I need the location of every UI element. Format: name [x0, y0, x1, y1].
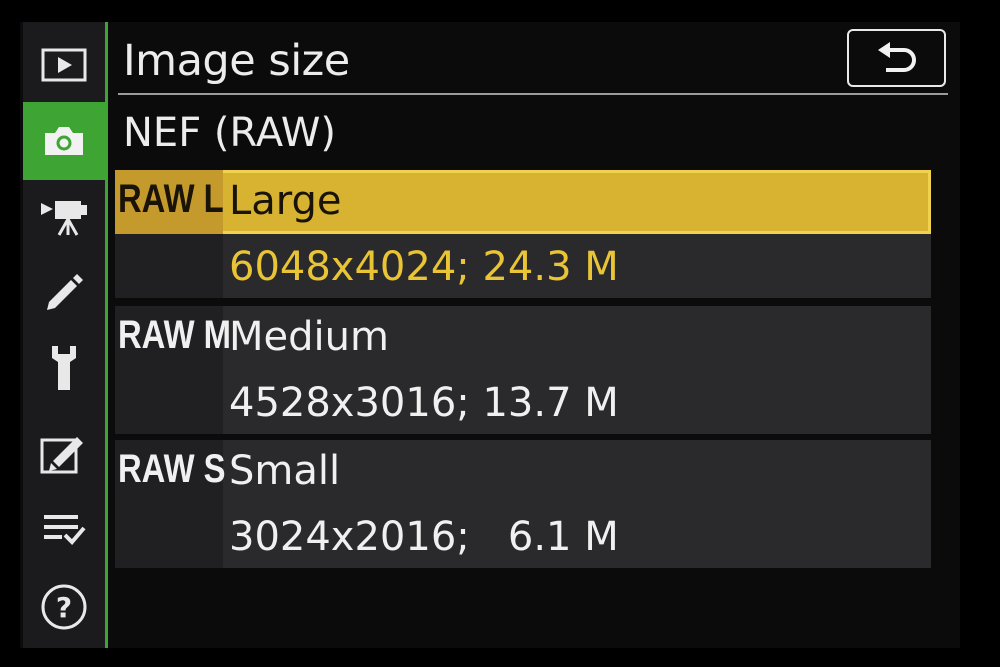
help-tab[interactable]: ?	[23, 568, 105, 646]
option-name: Small	[229, 448, 341, 494]
setup-menu-tab[interactable]	[23, 330, 105, 408]
option-code: RAW L	[118, 177, 224, 221]
retouch-icon	[39, 431, 89, 475]
image-size-option-medium[interactable]: RAW M Medium 4528x3016; 13.7 M	[115, 306, 931, 436]
custom-settings-menu-tab[interactable]	[23, 254, 105, 332]
menu-tab-strip: ?	[23, 22, 105, 648]
page-title: Image size	[123, 36, 350, 86]
photo-shooting-menu-tab[interactable]	[23, 102, 105, 180]
option-resolution: 6048x4024; 24.3 M	[229, 244, 619, 290]
image-size-option-large[interactable]: RAW L Large 6048x4024; 24.3 M	[115, 170, 931, 300]
back-button[interactable]	[847, 29, 946, 87]
title-divider	[118, 93, 948, 95]
my-menu-icon	[41, 509, 87, 549]
option-resolution: 4528x3016; 13.7 M	[229, 380, 619, 426]
option-name: Large	[229, 178, 342, 224]
wrench-icon	[44, 344, 84, 394]
help-icon: ?	[39, 582, 89, 632]
camera-menu-screen: ? Image size NEF (RAW) RAW L Large 6048x…	[20, 22, 960, 648]
option-code: RAW M	[118, 313, 231, 357]
playback-icon	[41, 48, 87, 82]
movie-shooting-menu-tab[interactable]	[23, 178, 105, 256]
retouch-menu-tab[interactable]	[23, 414, 105, 492]
option-name: Medium	[229, 314, 389, 360]
playback-menu-tab[interactable]	[23, 26, 105, 104]
svg-text:?: ?	[56, 591, 72, 624]
section-title: NEF (RAW)	[123, 110, 337, 156]
pencil-icon	[41, 270, 87, 316]
tab-strip-divider	[105, 22, 108, 648]
movie-camera-icon	[39, 197, 89, 237]
image-size-option-small[interactable]: RAW S Small 3024x2016; 6.1 M	[115, 440, 931, 570]
camera-icon	[41, 124, 87, 158]
option-resolution: 3024x2016; 6.1 M	[229, 514, 619, 560]
option-code: RAW S	[118, 447, 226, 491]
my-menu-tab[interactable]	[23, 490, 105, 568]
return-arrow-icon	[874, 41, 920, 75]
